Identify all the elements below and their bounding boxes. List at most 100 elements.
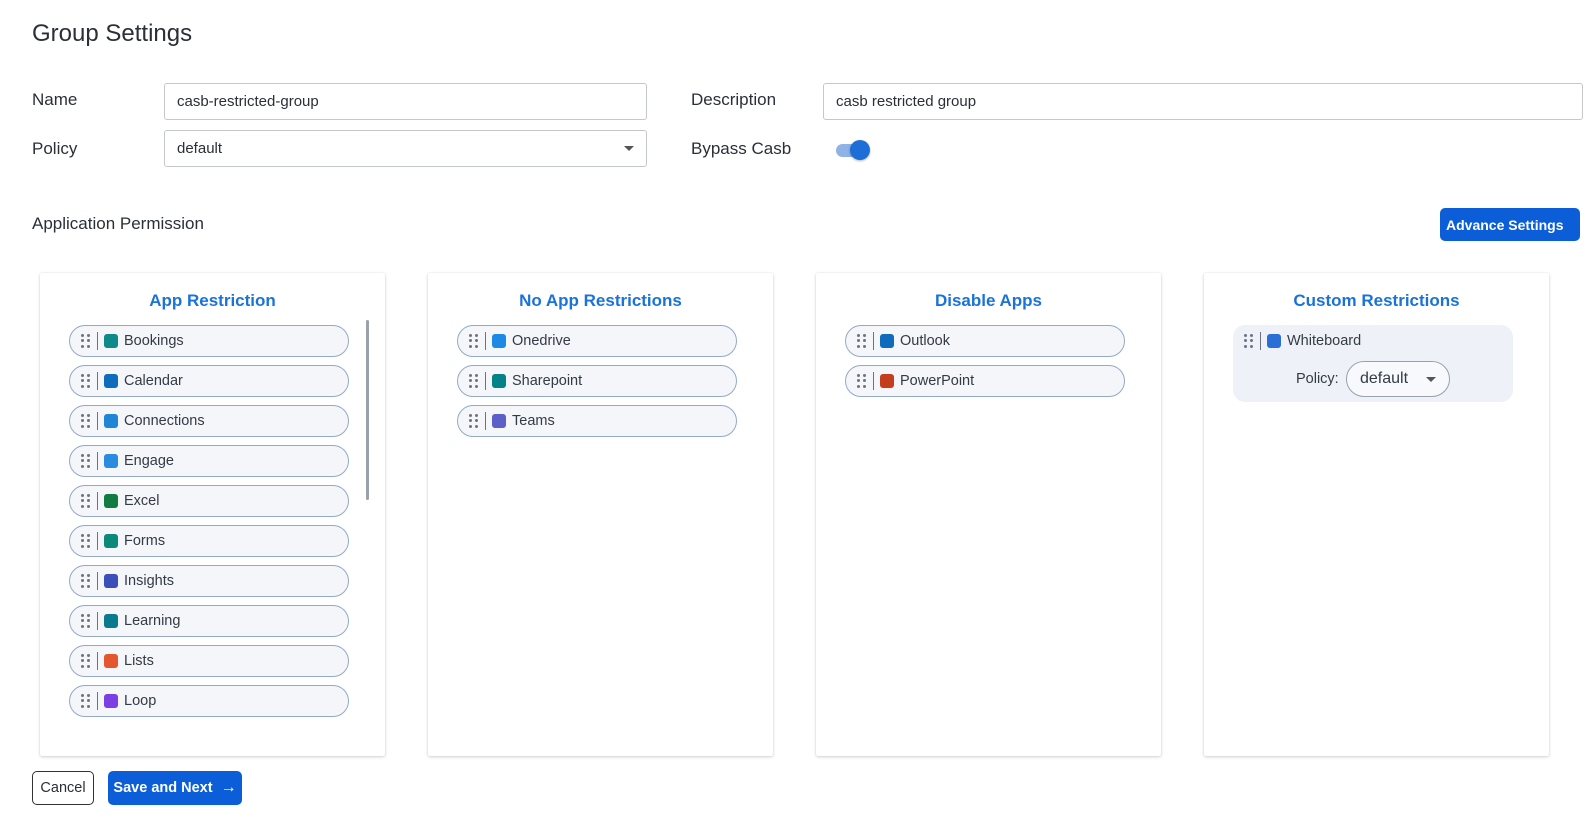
policy-label: Policy [32,139,78,158]
drag-handle-icon[interactable] [469,374,479,388]
chip-divider [97,492,98,510]
app-chip-connections[interactable]: Connections [69,405,349,437]
loop-icon [104,694,118,708]
bookings-icon [104,334,118,348]
drag-handle-icon[interactable] [81,494,91,508]
app-chip-excel[interactable]: Excel [69,485,349,517]
chip-divider [97,452,98,470]
lists-icon [104,654,118,668]
chip-divider [97,412,98,430]
insights-icon [104,574,118,588]
bypass-casb-toggle[interactable] [834,140,870,160]
save-and-next-button[interactable]: Save and Next → [108,771,242,805]
drag-handle-icon[interactable] [857,334,867,348]
chevron-down-icon [1426,376,1436,382]
custom-policy-value: default [1360,370,1409,387]
app-chip-label: Lists [124,653,154,669]
chip-divider [485,332,486,350]
policy-select-value: default [177,140,223,157]
app-chip-label: Bookings [124,333,184,349]
chip-divider [873,372,874,390]
toggle-thumb [850,140,870,160]
custom-policy-select[interactable]: default [1346,361,1450,397]
app-chip-outlook[interactable]: Outlook [845,325,1125,357]
custom-app-label: Whiteboard [1287,333,1362,349]
app-list: Bookings Calendar Connections Engage Excel Fo… [69,325,349,725]
app-chip-powerpoint[interactable]: PowerPoint [845,365,1125,397]
name-input[interactable] [164,83,647,120]
drag-handle-icon[interactable] [469,334,479,348]
drag-handle-icon[interactable] [857,374,867,388]
page-title: Group Settings [32,20,193,47]
chip-divider [97,332,98,350]
application-permission-title: Application Permission [32,214,204,233]
chip-divider [97,692,98,710]
outlook-icon [880,334,894,348]
drag-handle-icon[interactable] [1244,334,1254,348]
save-and-next-label: Save and Next [113,780,213,796]
description-input[interactable] [823,83,1583,120]
chevron-down-icon [624,146,634,151]
app-chip-forms[interactable]: Forms [69,525,349,557]
app-chip-engage[interactable]: Engage [69,445,349,477]
app-chip-sharepoint[interactable]: Sharepoint [457,365,737,397]
drag-handle-icon[interactable] [81,374,91,388]
chip-divider [1260,332,1261,350]
panel-title: Disable Apps [934,291,1043,310]
panel-title: App Restriction [149,291,276,310]
chip-divider [97,532,98,550]
app-chip-label: Forms [124,533,166,549]
chip-divider [97,372,98,390]
cancel-button[interactable]: Cancel [32,771,94,805]
custom-restriction-row[interactable]: Whiteboard [1244,332,1361,350]
teams-icon [492,414,506,428]
custom-restriction-card[interactable]: Whiteboard Policy: default [1233,325,1513,402]
drag-handle-icon[interactable] [81,454,91,468]
drag-handle-icon[interactable] [81,534,91,548]
app-chip-learning[interactable]: Learning [69,605,349,637]
app-chip-label: Excel [124,493,160,509]
description-label: Description [691,90,777,109]
chip-divider [873,332,874,350]
app-chip-insights[interactable]: Insights [69,565,349,597]
drag-handle-icon[interactable] [81,614,91,628]
panel-disable-apps: Disable Apps Outlook PowerPoint [816,273,1161,756]
app-chip-calendar[interactable]: Calendar [69,365,349,397]
app-chip-label: Calendar [124,373,183,389]
app-chip-bookings[interactable]: Bookings [69,325,349,357]
drag-handle-icon[interactable] [81,574,91,588]
whiteboard-icon [1267,334,1281,348]
forms-icon [104,534,118,548]
app-chip-label: Teams [512,413,555,429]
arrow-right-icon: → [220,779,237,796]
app-chip-onedrive[interactable]: Onedrive [457,325,737,357]
app-chip-label: Sharepoint [512,373,583,389]
panel-title: No App Restrictions [519,291,682,310]
panel-title: Custom Restrictions [1293,291,1460,310]
scrollbar[interactable] [366,320,369,500]
drag-handle-icon[interactable] [81,334,91,348]
calendar-icon [104,374,118,388]
learning-icon [104,614,118,628]
app-chip-label: PowerPoint [900,373,975,389]
app-chip-lists[interactable]: Lists [69,645,349,677]
drag-handle-icon[interactable] [81,654,91,668]
powerpoint-icon [880,374,894,388]
drag-handle-icon[interactable] [81,694,91,708]
app-list: Onedrive Sharepoint Teams [457,325,737,445]
connections-icon [104,414,118,428]
app-chip-label: Onedrive [512,333,571,349]
app-chip-loop[interactable]: Loop [69,685,349,717]
policy-select[interactable]: default [164,130,647,167]
drag-handle-icon[interactable] [81,414,91,428]
drag-handle-icon[interactable] [469,414,479,428]
app-chip-label: Connections [124,413,205,429]
app-chip-teams[interactable]: Teams [457,405,737,437]
app-chip-label: Insights [124,573,174,589]
chip-divider [97,612,98,630]
chip-divider [485,412,486,430]
advance-settings-button[interactable]: Advance Settings [1440,208,1580,241]
sharepoint-icon [492,374,506,388]
app-chip-label: Outlook [900,333,950,349]
onedrive-icon [492,334,506,348]
